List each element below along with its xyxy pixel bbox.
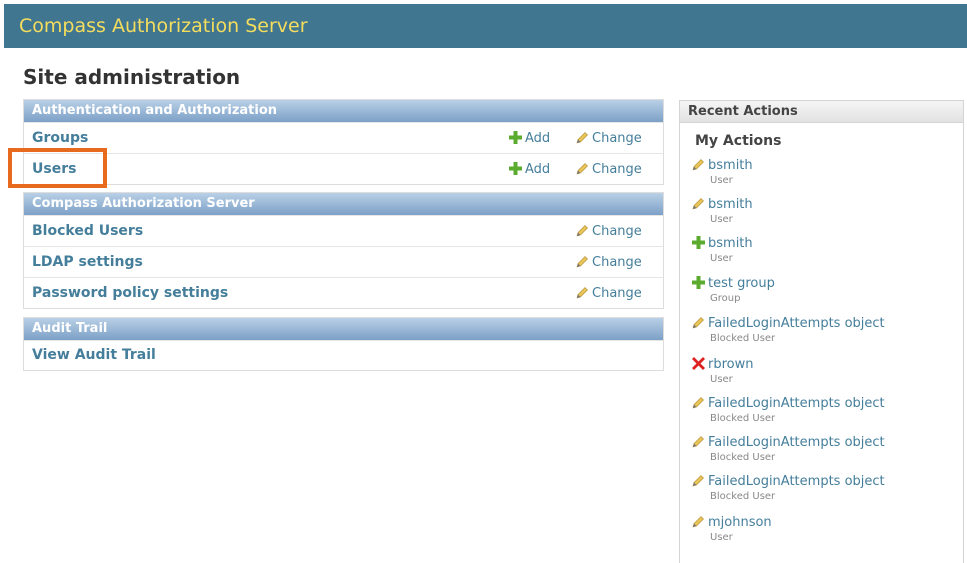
table-row: Blocked Users Change xyxy=(24,215,663,246)
site-header: Compass Authorization Server xyxy=(4,4,967,48)
change-ldap-settings-link[interactable]: Change xyxy=(576,255,642,270)
model-link-users[interactable]: Users xyxy=(32,160,76,178)
view-audit-trail-link[interactable]: View Audit Trail xyxy=(32,346,156,364)
change-label: Change xyxy=(592,255,642,270)
pencil-icon xyxy=(692,317,704,329)
list-item: FailedLoginAttempts object Blocked User xyxy=(692,435,885,464)
plus-icon xyxy=(509,131,522,144)
model-link-ldap-settings[interactable]: LDAP settings xyxy=(32,253,143,271)
add-label: Add xyxy=(525,162,551,177)
recent-action-type: User xyxy=(710,175,733,186)
model-link-blocked-users[interactable]: Blocked Users xyxy=(32,222,143,240)
recent-action-link[interactable]: bsmith xyxy=(692,197,753,213)
add-users-link[interactable]: Add xyxy=(509,162,550,177)
recent-action-link[interactable]: bsmith xyxy=(692,236,753,252)
table-row: Users Add Change xyxy=(24,153,663,184)
recent-action-label: mjohnson xyxy=(708,515,772,530)
change-users-link[interactable]: Change xyxy=(576,162,642,177)
recent-action-type: Blocked User xyxy=(710,333,776,344)
recent-action-link[interactable]: FailedLoginAttempts object xyxy=(692,474,885,490)
module-authentication-and-authorization: Authentication and Authorization Groups … xyxy=(23,99,664,185)
recent-action-label: rbrown xyxy=(708,357,754,372)
recent-action-label: bsmith xyxy=(708,197,753,212)
pencil-icon xyxy=(576,225,588,237)
list-item: bsmith User xyxy=(692,197,753,226)
plus-icon xyxy=(509,162,522,175)
my-actions-heading: My Actions xyxy=(695,133,782,149)
change-label: Change xyxy=(592,224,642,239)
recent-action-type: User xyxy=(710,374,733,385)
list-item: rbrown User xyxy=(692,357,753,386)
recent-action-label: FailedLoginAttempts object xyxy=(708,396,885,411)
list-item: mjohnson User xyxy=(692,515,772,544)
pencil-icon xyxy=(692,436,704,448)
change-groups-link[interactable]: Change xyxy=(576,131,642,146)
pencil-icon xyxy=(692,516,704,528)
page-title: Site administration xyxy=(23,65,241,89)
pencil-icon xyxy=(576,163,588,175)
add-label: Add xyxy=(525,131,551,146)
recent-action-type: Group xyxy=(710,293,741,304)
list-item: FailedLoginAttempts object Blocked User xyxy=(692,396,885,425)
recent-actions-caption: Recent Actions xyxy=(680,101,963,123)
recent-action-link[interactable]: rbrown xyxy=(692,357,753,373)
recent-action-type: User xyxy=(710,214,733,225)
change-blocked-users-link[interactable]: Change xyxy=(576,224,642,239)
table-row: Groups Add Change xyxy=(24,122,663,153)
table-row: Password policy settings Change xyxy=(24,277,663,308)
add-groups-link[interactable]: Add xyxy=(509,131,550,146)
module-compass-authorization-server: Compass Authorization Server Blocked Use… xyxy=(23,192,664,309)
model-link-groups[interactable]: Groups xyxy=(32,129,88,147)
recent-action-link[interactable]: FailedLoginAttempts object xyxy=(692,435,885,451)
pencil-icon xyxy=(576,287,588,299)
delete-icon xyxy=(692,357,705,370)
change-label: Change xyxy=(592,286,642,301)
recent-action-label: FailedLoginAttempts object xyxy=(708,435,885,450)
model-link-password-policy-settings[interactable]: Password policy settings xyxy=(32,284,228,302)
module-caption[interactable]: Audit Trail xyxy=(24,318,663,340)
change-label: Change xyxy=(592,131,642,146)
recent-action-label: test group xyxy=(708,276,775,291)
module-caption[interactable]: Compass Authorization Server xyxy=(24,193,663,215)
list-item: bsmith User xyxy=(692,158,753,187)
list-item: FailedLoginAttempts object Blocked User xyxy=(692,474,885,503)
recent-action-link[interactable]: mjohnson xyxy=(692,515,772,531)
recent-action-link[interactable]: FailedLoginAttempts object xyxy=(692,316,885,332)
recent-action-type: User xyxy=(710,532,733,543)
table-row: LDAP settings Change xyxy=(24,246,663,277)
pencil-icon xyxy=(576,256,588,268)
recent-action-label: FailedLoginAttempts object xyxy=(708,316,885,331)
site-brand-link[interactable]: Compass Authorization Server xyxy=(19,15,308,37)
list-item: test group Group xyxy=(692,276,775,305)
recent-action-type: Blocked User xyxy=(710,452,776,463)
pencil-icon xyxy=(692,475,704,487)
change-label: Change xyxy=(592,162,642,177)
recent-action-link[interactable]: test group xyxy=(692,276,775,292)
plus-icon xyxy=(692,276,705,289)
recent-action-type: User xyxy=(710,253,733,264)
plus-icon xyxy=(692,236,705,249)
recent-action-link[interactable]: bsmith xyxy=(692,158,753,174)
pencil-icon xyxy=(692,397,704,409)
recent-action-label: bsmith xyxy=(708,158,753,173)
list-item: FailedLoginAttempts object Blocked User xyxy=(692,316,885,345)
pencil-icon xyxy=(692,198,704,210)
recent-action-label: FailedLoginAttempts object xyxy=(708,474,885,489)
module-audit-trail: Audit Trail View Audit Trail xyxy=(23,317,664,371)
recent-actions-panel: Recent Actions My Actions bsmith User bs… xyxy=(679,100,964,563)
recent-action-type: Blocked User xyxy=(710,413,776,424)
module-caption[interactable]: Authentication and Authorization xyxy=(24,100,663,122)
recent-action-type: Blocked User xyxy=(710,491,776,502)
recent-action-link[interactable]: FailedLoginAttempts object xyxy=(692,396,885,412)
list-item: bsmith User xyxy=(692,236,753,265)
pencil-icon xyxy=(692,159,704,171)
recent-action-label: bsmith xyxy=(708,236,753,251)
change-password-policy-settings-link[interactable]: Change xyxy=(576,286,642,301)
table-row: View Audit Trail xyxy=(24,340,663,370)
pencil-icon xyxy=(576,132,588,144)
